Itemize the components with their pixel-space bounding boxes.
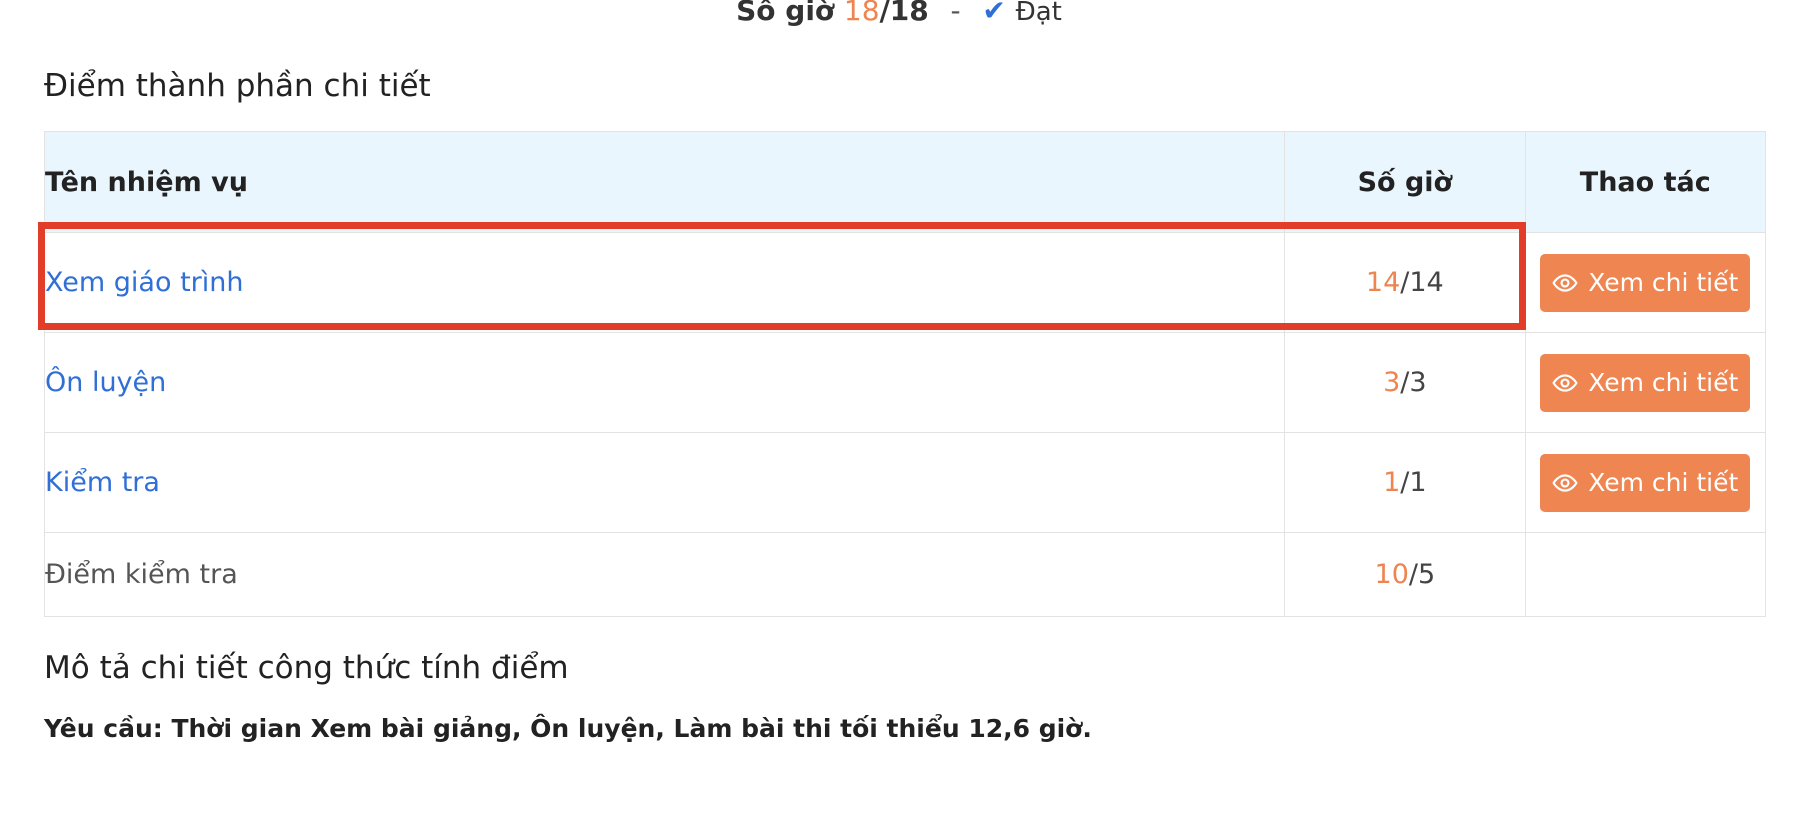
score-name: Điểm kiểm tra: [45, 559, 238, 590]
task-link-on-luyen[interactable]: Ôn luyện: [45, 367, 166, 398]
task-hours-cell: 3/3: [1284, 332, 1526, 433]
score-total: /5: [1408, 559, 1436, 590]
detail-section-title: Điểm thành phần chi tiết: [44, 68, 431, 104]
header-hours: Số giờ: [1284, 131, 1526, 233]
table-row: Kiểm tra 1/1 Xem chi tiết: [43, 432, 1767, 533]
score-value-cell: 10/5: [1284, 532, 1526, 617]
detail-table: Tên nhiệm vụ Số giờ Thao tác Xem giáo tr…: [43, 131, 1767, 617]
view-detail-button[interactable]: Xem chi tiết: [1540, 253, 1751, 312]
view-detail-label: Xem chi tiết: [1588, 268, 1739, 297]
task-link-xem-giao-trinh[interactable]: Xem giáo trình: [45, 267, 243, 298]
check-icon: ✔: [982, 0, 1006, 27]
score-action-cell: [1524, 532, 1767, 617]
summary-label: Số giờ: [736, 0, 835, 27]
view-detail-label: Xem chi tiết: [1588, 368, 1739, 397]
score-earned: 10: [1374, 559, 1409, 590]
task-link-kiem-tra[interactable]: Kiểm tra: [45, 467, 160, 498]
eye-icon: [1552, 273, 1578, 292]
header-action: Thao tác: [1524, 131, 1767, 233]
total-hours: /3: [1400, 367, 1427, 398]
summary-total-hours: /18: [879, 0, 929, 27]
summary-separator: -: [950, 0, 961, 27]
task-name-cell: Kiểm tra: [43, 432, 1286, 533]
eye-icon: [1552, 373, 1578, 392]
formula-section-title: Mô tả chi tiết công thức tính điểm: [44, 650, 569, 686]
view-detail-button[interactable]: Xem chi tiết: [1540, 453, 1751, 512]
summary-earned-hours: 18: [843, 0, 880, 27]
total-hours: /1: [1400, 467, 1427, 498]
score-name-cell: Điểm kiểm tra: [43, 532, 1286, 617]
view-detail-label: Xem chi tiết: [1588, 468, 1739, 497]
task-hours-cell: 14/14: [1284, 232, 1526, 333]
header-task-name: Tên nhiệm vụ: [43, 131, 1286, 233]
summary-status: Đạt: [1015, 0, 1062, 27]
task-action-cell: Xem chi tiết: [1524, 332, 1767, 433]
formula-requirement: Yêu cầu: Thời gian Xem bài giảng, Ôn luy…: [44, 714, 1092, 743]
task-name-cell: Xem giáo trình: [43, 232, 1286, 333]
table-row: Ôn luyện 3/3 Xem chi tiết: [43, 332, 1767, 433]
view-detail-button[interactable]: Xem chi tiết: [1540, 353, 1751, 412]
earned-hours: 14: [1365, 267, 1401, 298]
task-hours-cell: 1/1: [1284, 432, 1526, 533]
table-header-row: Tên nhiệm vụ Số giờ Thao tác: [43, 131, 1767, 233]
task-action-cell: Xem chi tiết: [1524, 432, 1767, 533]
task-name-cell: Ôn luyện: [43, 332, 1286, 433]
task-action-cell: Xem chi tiết: [1524, 232, 1767, 333]
eye-icon: [1552, 473, 1578, 492]
hours-summary: Số giờ 18/18 - ✔ Đạt: [0, 0, 1798, 27]
table-row-score: Điểm kiểm tra 10/5: [43, 532, 1767, 617]
earned-hours: 3: [1383, 367, 1401, 398]
table-row: Xem giáo trình 14/14 Xem chi tiết: [43, 232, 1767, 333]
total-hours: /14: [1400, 267, 1444, 298]
earned-hours: 1: [1383, 467, 1401, 498]
